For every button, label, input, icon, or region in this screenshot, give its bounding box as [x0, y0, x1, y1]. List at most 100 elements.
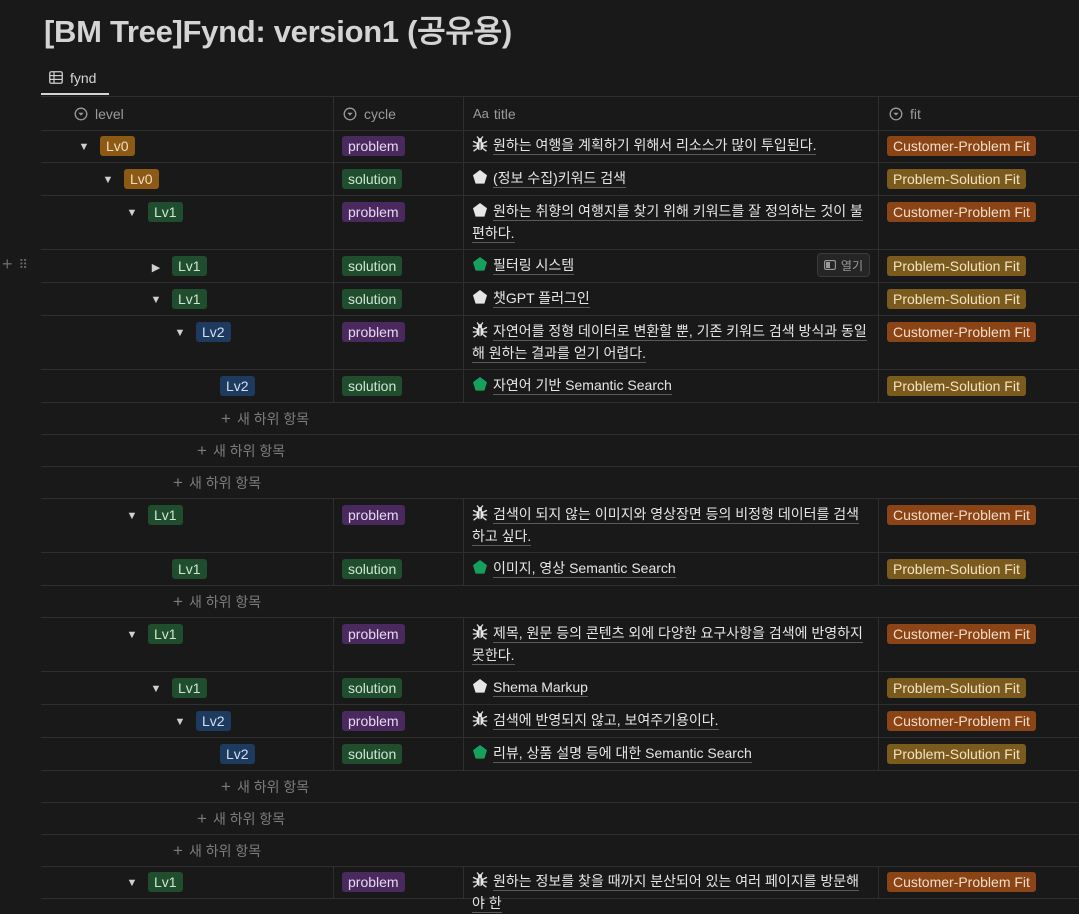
toggle-expanded-icon[interactable]: ▼	[125, 628, 139, 642]
cycle-cell[interactable]: problem	[342, 316, 405, 342]
toggle-expanded-icon[interactable]: ▼	[149, 682, 163, 696]
toggle-expanded-icon[interactable]: ▼	[149, 293, 163, 307]
title-cell[interactable]: 필터링 시스템 열기	[464, 250, 878, 282]
row-title-link[interactable]: 제목, 원문 등의 콘텐츠 외에 다양한 요구사항을 검색에 반영하지 못한다.	[472, 625, 863, 665]
title-content: 검색이 되지 않는 이미지와 영상장면 등의 비정형 데이터를 검색하고 싶다.	[472, 503, 868, 547]
cycle-cell[interactable]: solution	[342, 553, 403, 579]
view-tab-fynd[interactable]: fynd	[41, 62, 109, 95]
row-title-link[interactable]: (정보 수집)키워드 검색	[493, 170, 627, 188]
row-title-link[interactable]: 필터링 시스템	[493, 257, 575, 275]
column-header-fit[interactable]: fit	[889, 97, 921, 130]
drag-handle-icon[interactable]: ⠿	[19, 257, 28, 273]
fit-tag: Customer-Problem Fit	[887, 624, 1036, 644]
toggle-expanded-icon[interactable]: ▼	[125, 206, 139, 220]
title-cell[interactable]: 제목, 원문 등의 콘텐츠 외에 다양한 요구사항을 검색에 반영하지 못한다.	[464, 618, 878, 671]
fit-cell[interactable]: Problem-Solution Fit	[887, 250, 1026, 276]
column-header-level[interactable]: level	[74, 97, 124, 130]
toggle-collapsed-icon[interactable]: ▶	[149, 260, 163, 274]
cycle-cell[interactable]: problem	[342, 130, 405, 156]
title-cell[interactable]: 자연어를 정형 데이터로 변환할 뿐, 기존 키워드 검색 방식과 동일해 원하…	[464, 316, 878, 369]
new-sub-item-button[interactable]: + 새 하위 항목	[197, 435, 285, 467]
title-cell[interactable]: 원하는 정보를 찾을 때까지 분산되어 있는 여러 페이지를 방문해야 한	[464, 866, 878, 913]
title-content: 검색에 반영되지 않고, 보여주기용이다.	[472, 709, 868, 731]
row-title-link[interactable]: 검색이 되지 않는 이미지와 영상장면 등의 비정형 데이터를 검색하고 싶다.	[472, 506, 859, 546]
cycle-cell[interactable]: problem	[342, 618, 405, 644]
cycle-tag: solution	[342, 559, 403, 579]
column-header-title[interactable]: Aa title	[473, 97, 516, 130]
row-title-link[interactable]: 원하는 정보를 찾을 때까지 분산되어 있는 여러 페이지를 방문해야 한	[472, 873, 859, 913]
fit-cell[interactable]: Customer-Problem Fit	[887, 196, 1036, 222]
toggle-expanded-icon[interactable]: ▼	[77, 140, 91, 154]
plus-icon: +	[173, 841, 183, 860]
row-title-link[interactable]: 리뷰, 상품 설명 등에 대한 Semantic Search	[493, 745, 752, 763]
row-title-link[interactable]: 자연어를 정형 데이터로 변환할 뿐, 기존 키워드 검색 방식과 동일해 원하…	[472, 323, 867, 363]
title-cell[interactable]: 챗GPT 플러그인	[464, 283, 878, 315]
row-title-link[interactable]: 이미지, 영상 Semantic Search	[493, 560, 676, 578]
new-sub-item-button[interactable]: + 새 하위 항목	[197, 803, 285, 835]
row-title-link[interactable]: 챗GPT 플러그인	[493, 290, 590, 308]
new-sub-item-button[interactable]: + 새 하위 항목	[173, 467, 261, 499]
toggle-expanded-icon[interactable]: ▼	[173, 715, 187, 729]
open-button[interactable]: 열기	[816, 253, 870, 277]
cycle-cell[interactable]: solution	[342, 163, 403, 189]
title-cell[interactable]: (정보 수집)키워드 검색	[464, 163, 878, 195]
level-cell: ▼ Lv0	[41, 130, 333, 162]
table-row: ▼ Lv2 problem 검색에 반영되지 않고, 보여주기용이다. Customer…	[41, 705, 1079, 738]
cycle-cell[interactable]: solution	[342, 250, 403, 276]
add-row-icon[interactable]: +	[2, 254, 13, 275]
row-title-link[interactable]: Shema Markup	[493, 679, 588, 697]
fit-tag: Customer-Problem Fit	[887, 872, 1036, 892]
title-cell[interactable]: Shema Markup	[464, 672, 878, 704]
toggle-expanded-icon[interactable]: ▼	[173, 326, 187, 340]
fit-cell[interactable]: Problem-Solution Fit	[887, 163, 1026, 189]
new-sub-item-label: 새 하위 항목	[236, 411, 310, 427]
title-cell[interactable]: 검색에 반영되지 않고, 보여주기용이다.	[464, 705, 878, 737]
plus-icon: +	[221, 409, 231, 428]
new-sub-item-button[interactable]: + 새 하위 항목	[173, 835, 261, 867]
row-title-link[interactable]: 자연어 기반 Semantic Search	[493, 377, 672, 395]
title-cell[interactable]: 원하는 여행을 계획하기 위해서 리소스가 많이 투입된다.	[464, 130, 878, 162]
fit-cell[interactable]: Problem-Solution Fit	[887, 738, 1026, 764]
level-cell: ▼ Lv1	[41, 283, 333, 315]
fit-cell[interactable]: Customer-Problem Fit	[887, 499, 1036, 525]
cycle-cell[interactable]: problem	[342, 499, 405, 525]
level-tag: Lv2	[196, 711, 231, 731]
column-header-cycle[interactable]: cycle	[343, 97, 396, 130]
cycle-cell[interactable]: problem	[342, 196, 405, 222]
title-cell[interactable]: 원하는 취향의 여행지를 찾기 위해 키워드를 잘 정의하는 것이 불편하다.	[464, 196, 878, 249]
cycle-cell[interactable]: solution	[342, 370, 403, 396]
cycle-cell[interactable]: solution	[342, 283, 403, 309]
select-property-icon	[74, 107, 88, 120]
row-title-link[interactable]: 검색에 반영되지 않고, 보여주기용이다.	[493, 712, 719, 730]
cycle-cell[interactable]: solution	[342, 672, 403, 698]
toggle-expanded-icon[interactable]: ▼	[125, 509, 139, 523]
new-sub-item-button[interactable]: + 새 하위 항목	[173, 586, 261, 618]
new-sub-item-button[interactable]: + 새 하위 항목	[221, 403, 309, 435]
cycle-cell[interactable]: solution	[342, 738, 403, 764]
cycle-tag: problem	[342, 136, 405, 156]
level-tag: Lv1	[148, 505, 183, 525]
fit-cell[interactable]: Problem-Solution Fit	[887, 553, 1026, 579]
cycle-cell[interactable]: problem	[342, 705, 405, 731]
fit-cell[interactable]: Problem-Solution Fit	[887, 672, 1026, 698]
row-title-link[interactable]: 원하는 취향의 여행지를 찾기 위해 키워드를 잘 정의하는 것이 불편하다.	[472, 203, 863, 243]
level-tag: Lv1	[148, 202, 183, 222]
fit-cell[interactable]: Problem-Solution Fit	[887, 283, 1026, 309]
plus-icon: +	[221, 777, 231, 796]
fit-cell[interactable]: Customer-Problem Fit	[887, 618, 1036, 644]
toggle-expanded-icon[interactable]: ▼	[101, 173, 115, 187]
title-cell[interactable]: 자연어 기반 Semantic Search	[464, 370, 878, 402]
title-cell[interactable]: 검색이 되지 않는 이미지와 영상장면 등의 비정형 데이터를 검색하고 싶다.	[464, 499, 878, 552]
fit-cell[interactable]: Customer-Problem Fit	[887, 316, 1036, 342]
new-sub-item-button[interactable]: + 새 하위 항목	[221, 771, 309, 803]
fit-cell[interactable]: Customer-Problem Fit	[887, 705, 1036, 731]
cycle-cell[interactable]: problem	[342, 866, 405, 892]
title-cell[interactable]: 이미지, 영상 Semantic Search	[464, 553, 878, 585]
fit-cell[interactable]: Problem-Solution Fit	[887, 370, 1026, 396]
row-title-link[interactable]: 원하는 여행을 계획하기 위해서 리소스가 많이 투입된다.	[493, 137, 817, 155]
toggle-expanded-icon[interactable]: ▼	[125, 876, 139, 890]
fit-cell[interactable]: Customer-Problem Fit	[887, 866, 1036, 892]
fit-cell[interactable]: Customer-Problem Fit	[887, 130, 1036, 156]
title-cell[interactable]: 리뷰, 상품 설명 등에 대한 Semantic Search	[464, 738, 878, 770]
level-tag: Lv2	[196, 322, 231, 342]
